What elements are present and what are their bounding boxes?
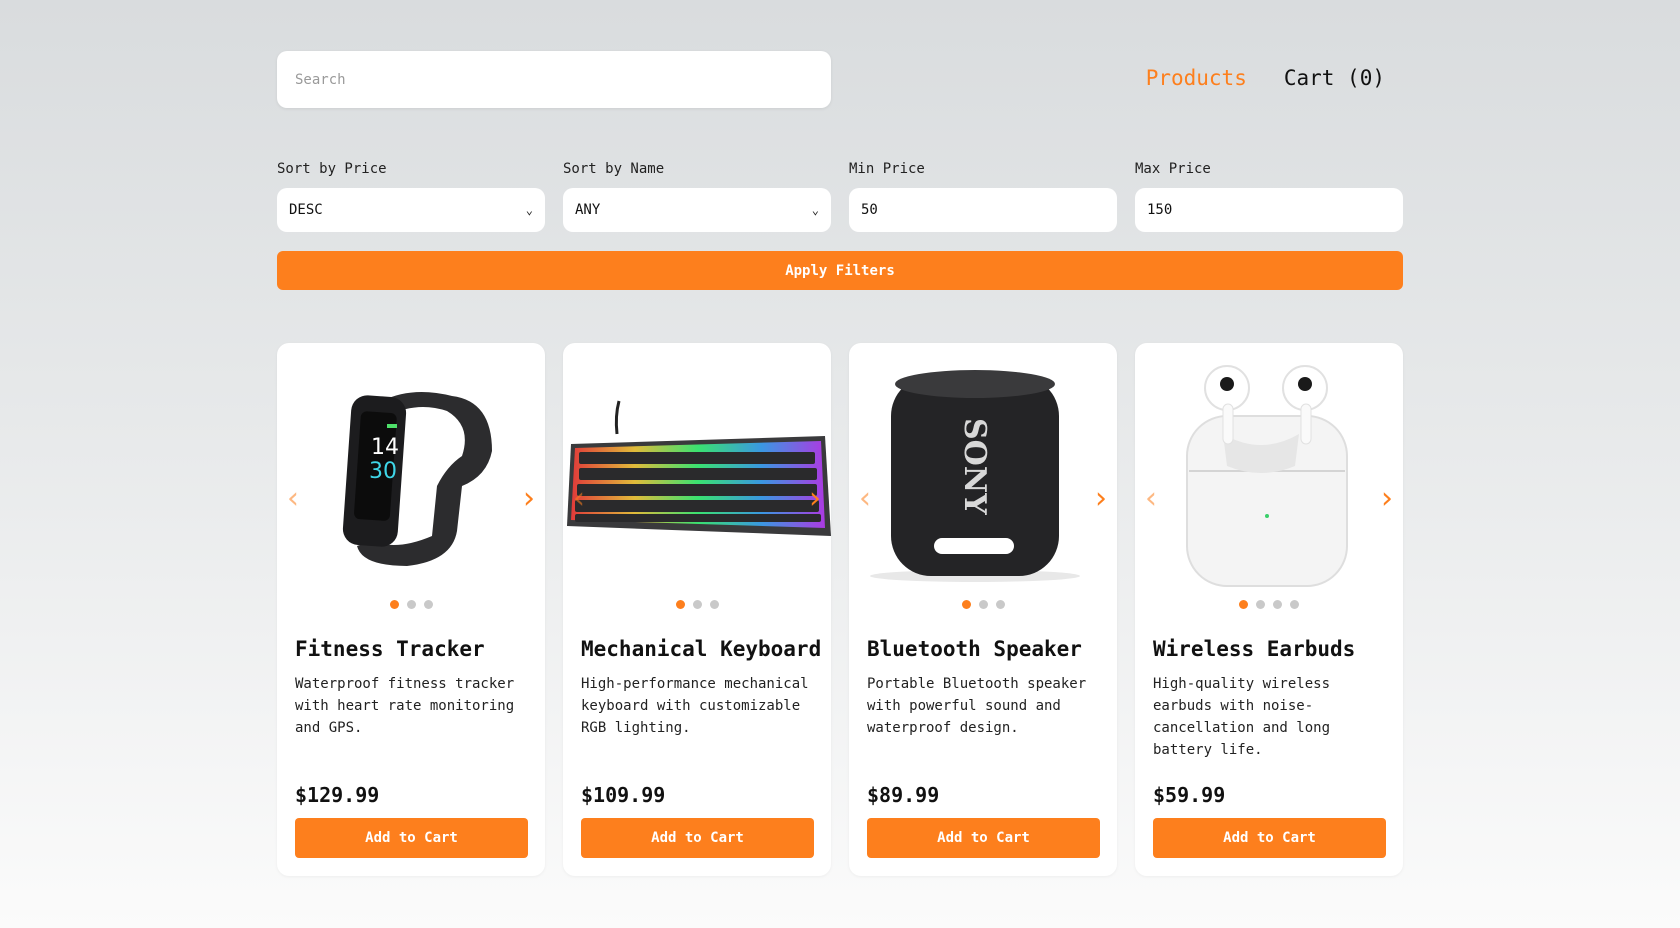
product-title: Mechanical Keyboard	[581, 637, 822, 661]
carousel-dots	[1135, 600, 1403, 609]
main-nav: Products Cart (0)	[1146, 66, 1385, 90]
filters-row: Sort by Price DESC ⌄ Sort by Name ANY ⌄ …	[277, 161, 1403, 232]
carousel-dots	[849, 600, 1117, 609]
max-price-group: Max Price 150	[1135, 161, 1403, 232]
carousel-prev-icon[interactable]: ‹	[859, 484, 871, 514]
sort-name-value: ANY	[575, 202, 601, 218]
sort-price-value: DESC	[289, 202, 323, 218]
sort-price-select[interactable]: DESC ⌄	[277, 188, 545, 232]
carousel-dots	[563, 600, 831, 609]
product-title: Wireless Earbuds	[1153, 637, 1356, 661]
product-card: ‹ › Mechanical Keyboard High-performance…	[563, 343, 831, 876]
wireless-earbuds-image	[1186, 365, 1348, 587]
min-price-input[interactable]: 50	[849, 188, 1117, 232]
product-description: Waterproof fitness tracker with heart ra…	[295, 676, 515, 736]
add-to-cart-button[interactable]: Add to Cart	[581, 818, 814, 858]
max-price-label: Max Price	[1135, 161, 1211, 177]
carousel-next-icon[interactable]: ›	[1095, 484, 1107, 514]
add-to-cart-button[interactable]: Add to Cart	[867, 818, 1100, 858]
sort-price-label: Sort by Price	[277, 161, 387, 177]
carousel-dot[interactable]	[961, 600, 971, 609]
carousel-dot[interactable]	[1239, 600, 1248, 609]
product-carousel: ‹ ›	[563, 356, 831, 596]
chevron-down-icon: ⌄	[525, 203, 533, 217]
nav-products-link[interactable]: Products	[1146, 66, 1247, 90]
add-to-cart-button[interactable]: Add to Cart	[295, 818, 528, 858]
carousel-prev-icon[interactable]: ‹	[287, 484, 299, 514]
nav-cart-link[interactable]: Cart (0)	[1284, 66, 1385, 90]
carousel-next-icon[interactable]: ›	[523, 484, 535, 514]
carousel-prev-icon[interactable]: ‹	[573, 484, 585, 514]
search-input[interactable]	[277, 51, 831, 108]
tracker-screen-minute: 30	[369, 459, 397, 484]
sort-name-group: Sort by Name ANY ⌄	[563, 161, 831, 232]
speaker-brand-logo: SONY	[957, 418, 992, 515]
sort-name-select[interactable]: ANY ⌄	[563, 188, 831, 232]
min-price-label: Min Price	[849, 161, 925, 177]
carousel-next-icon[interactable]: ›	[809, 484, 821, 514]
product-description: Portable Bluetooth speaker with powerful…	[867, 676, 1087, 736]
product-description: High-quality wireless earbuds with noise…	[1153, 676, 1331, 758]
chevron-down-icon: ⌄	[811, 203, 819, 217]
product-carousel: SONY ‹ ›	[849, 356, 1117, 596]
product-price: $109.99	[581, 783, 666, 807]
carousel-dot[interactable]	[692, 600, 702, 609]
product-card: ‹ › Wireless Earbuds High-quality wirele…	[1135, 343, 1403, 876]
mechanical-keyboard-image	[567, 400, 831, 536]
carousel-dot[interactable]	[978, 600, 988, 609]
apply-filters-button[interactable]: Apply Filters	[277, 251, 1403, 290]
sort-name-label: Sort by Name	[563, 161, 665, 177]
fitness-tracker-image: 14 30	[342, 392, 492, 566]
top-bar: Products Cart (0)	[277, 51, 1403, 108]
product-card: SONY ‹ › Bluetooth Speaker Portable Blue…	[849, 343, 1117, 876]
carousel-dot[interactable]	[709, 600, 719, 609]
product-price: $129.99	[295, 783, 380, 807]
carousel-dot[interactable]	[1290, 600, 1299, 609]
min-price-group: Min Price 50	[849, 161, 1117, 232]
min-price-value: 50	[861, 202, 878, 218]
product-carousel: 14 30 ‹ ›	[277, 356, 545, 596]
product-card: 14 30 ‹ › Fitness Tracker Waterproof fit…	[277, 343, 545, 876]
carousel-dot[interactable]	[389, 600, 399, 609]
add-to-cart-button[interactable]: Add to Cart	[1153, 818, 1386, 858]
bluetooth-speaker-image: SONY	[870, 370, 1080, 582]
max-price-input[interactable]: 150	[1135, 188, 1403, 232]
max-price-value: 150	[1147, 202, 1173, 218]
carousel-dot[interactable]	[423, 600, 433, 609]
carousel-dot[interactable]	[1273, 600, 1282, 609]
product-price: $89.99	[867, 783, 940, 807]
product-carousel: ‹ ›	[1135, 356, 1403, 596]
carousel-dot[interactable]	[995, 600, 1005, 609]
tracker-screen-hour: 14	[371, 435, 399, 460]
carousel-dot[interactable]	[1256, 600, 1265, 609]
sort-price-group: Sort by Price DESC ⌄	[277, 161, 545, 232]
product-title: Bluetooth Speaker	[867, 637, 1082, 661]
product-price: $59.99	[1153, 783, 1226, 807]
product-grid: 14 30 ‹ › Fitness Tracker Waterproof fit…	[277, 343, 1403, 876]
carousel-dot[interactable]	[406, 600, 416, 609]
carousel-prev-icon[interactable]: ‹	[1145, 484, 1157, 514]
carousel-dots	[277, 600, 545, 609]
product-title: Fitness Tracker	[295, 637, 485, 661]
carousel-dot[interactable]	[675, 600, 685, 609]
carousel-next-icon[interactable]: ›	[1381, 484, 1393, 514]
product-description: High-performance mechanical keyboard wit…	[581, 676, 809, 736]
